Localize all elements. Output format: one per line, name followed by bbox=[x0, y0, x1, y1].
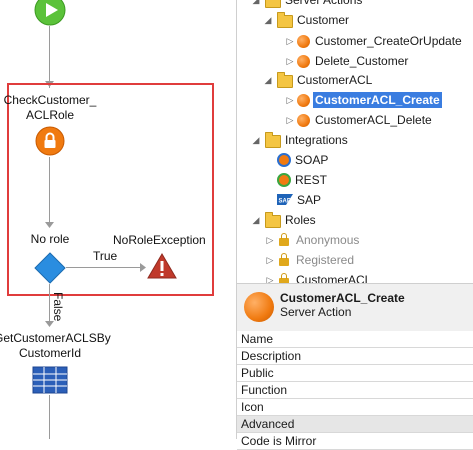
property-description[interactable]: Description bbox=[237, 348, 473, 365]
server-action-icon bbox=[297, 55, 310, 68]
true-label: True bbox=[93, 249, 118, 263]
expand-icon[interactable]: ▷ bbox=[285, 36, 295, 46]
property-code-is-mirror[interactable]: Code is Mirror bbox=[237, 433, 473, 450]
arrow-down-icon bbox=[45, 222, 54, 228]
if-node[interactable] bbox=[34, 252, 66, 284]
collapse-icon[interactable]: ◢ bbox=[251, 135, 261, 145]
folder-icon bbox=[277, 72, 293, 88]
connector-true bbox=[66, 267, 140, 268]
server-action-icon bbox=[297, 35, 310, 48]
diamond-icon bbox=[34, 252, 66, 284]
lock-icon bbox=[35, 126, 65, 156]
property-function[interactable]: Function bbox=[237, 382, 473, 399]
flow-canvas[interactable]: CheckCustomer_ ACLRole No role True NoRo… bbox=[0, 0, 236, 439]
elements-tree[interactable]: ◢ Server Actions ◢ Customer ▷ Customer_C… bbox=[237, 0, 473, 283]
svg-text:SAP: SAP bbox=[279, 199, 291, 205]
exception-node[interactable] bbox=[146, 252, 178, 280]
soap-icon bbox=[277, 153, 291, 167]
right-panel: ◢ Server Actions ◢ Customer ▷ Customer_C… bbox=[236, 0, 473, 450]
properties-header: CustomerACL_Create Server Action bbox=[237, 283, 473, 332]
aggregate-node[interactable] bbox=[32, 366, 68, 394]
collapse-icon[interactable]: ◢ bbox=[251, 215, 261, 225]
check-role-label: CheckCustomer_ ACLRole bbox=[3, 93, 97, 122]
expand-icon[interactable]: ▷ bbox=[265, 275, 275, 283]
lock-icon bbox=[279, 233, 289, 246]
folder-icon bbox=[265, 212, 281, 228]
collapse-icon[interactable]: ◢ bbox=[263, 15, 273, 25]
expand-icon[interactable]: ▷ bbox=[285, 56, 295, 66]
property-name[interactable]: Name bbox=[237, 331, 473, 348]
expand-icon[interactable]: ▷ bbox=[285, 115, 295, 125]
expand-icon[interactable]: ▷ bbox=[285, 95, 295, 105]
lock-icon bbox=[279, 253, 289, 266]
expand-icon[interactable]: ▷ bbox=[265, 255, 275, 265]
check-role-node[interactable] bbox=[35, 126, 65, 156]
if-label: No role bbox=[30, 232, 70, 246]
folder-icon bbox=[277, 12, 293, 28]
warning-icon bbox=[147, 253, 177, 279]
aggregate-label: GetCustomerACLSBy CustomerId bbox=[0, 331, 111, 360]
server-action-icon bbox=[297, 94, 310, 107]
sap-icon: SAP bbox=[277, 194, 293, 205]
folder-icon bbox=[265, 132, 281, 148]
connector-check-if bbox=[49, 157, 50, 225]
server-action-icon bbox=[244, 292, 274, 322]
collapse-icon[interactable]: ◢ bbox=[263, 75, 273, 85]
expand-icon[interactable]: ▷ bbox=[265, 235, 275, 245]
false-label: False bbox=[51, 292, 65, 322]
start-node[interactable] bbox=[34, 0, 66, 26]
collapse-icon[interactable]: ◢ bbox=[251, 0, 261, 5]
exception-label: NoRoleException bbox=[113, 233, 206, 247]
connector-start bbox=[49, 26, 50, 88]
rest-icon bbox=[277, 173, 291, 187]
advanced-section[interactable]: Advanced bbox=[237, 416, 473, 433]
connector-false bbox=[49, 284, 50, 324]
folder-icon bbox=[265, 0, 281, 8]
properties-title: CustomerACL_Create bbox=[280, 291, 405, 305]
table-icon bbox=[32, 366, 68, 394]
connector-after-aggregate bbox=[49, 395, 50, 439]
properties-subtitle: Server Action bbox=[280, 305, 352, 319]
server-action-icon bbox=[297, 114, 310, 127]
property-public[interactable]: Public bbox=[237, 365, 473, 382]
play-icon bbox=[34, 0, 66, 26]
property-icon[interactable]: Icon bbox=[237, 399, 473, 416]
